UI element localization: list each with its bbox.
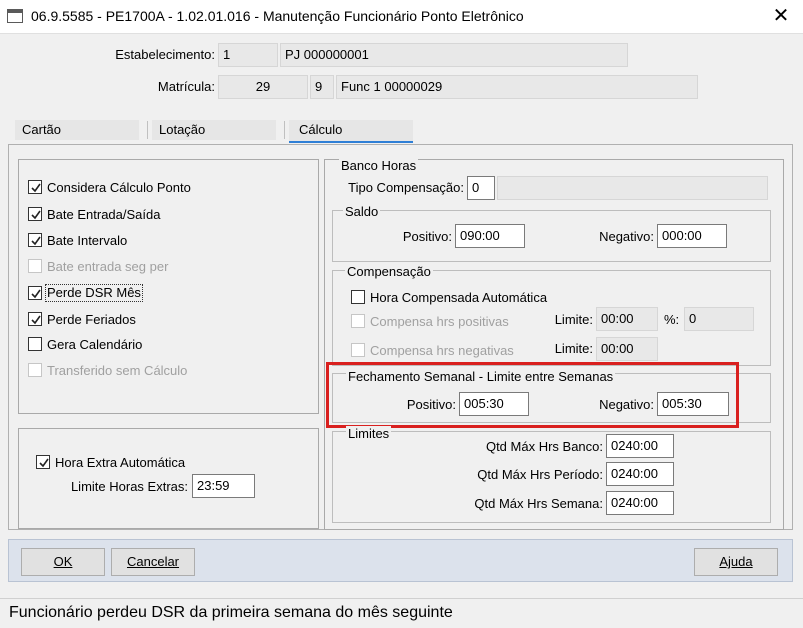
status-bar: Funcionário perdeu DSR da primeira seman… bbox=[0, 598, 803, 628]
tipo-compensacao-desc bbox=[497, 176, 768, 200]
hora-extra-automatica-checkbox[interactable] bbox=[36, 455, 50, 469]
qtd-max-periodo-input[interactable]: 0240:00 bbox=[606, 462, 674, 486]
hora-compensada-automatica-label: Hora Compensada Automática bbox=[370, 290, 548, 305]
qtd-max-semana-input[interactable]: 0240:00 bbox=[606, 491, 674, 515]
compensacao-title: Compensação bbox=[345, 264, 433, 280]
qtd-max-banco-input[interactable]: 0240:00 bbox=[606, 434, 674, 458]
saldo-title: Saldo bbox=[343, 204, 381, 220]
fechamento-highlight-box bbox=[326, 362, 739, 428]
qtd-max-periodo-label: Qtd Máx Hrs Período: bbox=[477, 467, 603, 482]
percent-field: 0 bbox=[684, 307, 754, 331]
banco-horas-title: Banco Horas bbox=[339, 158, 419, 174]
gera-calendario-checkbox[interactable] bbox=[28, 337, 42, 351]
matricula-name-field: Func 1 00000029 bbox=[336, 75, 698, 99]
perde-dsr-mes-checkbox[interactable] bbox=[28, 286, 42, 300]
tab-lotacao[interactable]: Lotação bbox=[152, 120, 276, 140]
compensa-negativas-checkbox[interactable] bbox=[351, 343, 365, 357]
bate-entrada-seg-per-label: Bate entrada seg per bbox=[47, 259, 169, 274]
estabelecimento-label: Estabelecimento: bbox=[115, 47, 215, 62]
tab-cartao[interactable]: Cartão bbox=[15, 120, 139, 140]
bate-intervalo-checkbox[interactable] bbox=[28, 233, 42, 247]
tipo-compensacao-label: Tipo Compensação: bbox=[348, 180, 464, 195]
saldo-positivo-input[interactable]: 090:00 bbox=[455, 224, 525, 248]
cancelar-button-label: Cancelar bbox=[126, 554, 180, 569]
limites-title: Limites bbox=[346, 426, 392, 442]
limite-horas-extras-label: Limite Horas Extras: bbox=[70, 479, 188, 494]
saldo-positivo-label: Positivo: bbox=[402, 229, 452, 244]
limite-negativas-field: 00:00 bbox=[596, 337, 658, 361]
perde-dsr-mes-label: Perde DSR Mês bbox=[45, 284, 143, 302]
tab-calculo[interactable]: Cálculo bbox=[289, 120, 413, 143]
hora-compensada-automatica-checkbox[interactable] bbox=[351, 290, 365, 304]
bate-entrada-seg-per-checkbox[interactable] bbox=[28, 259, 42, 273]
ok-button-label: OK bbox=[53, 554, 73, 569]
bate-intervalo-label: Bate Intervalo bbox=[47, 233, 128, 248]
matricula-digit-field: 9 bbox=[310, 75, 334, 99]
limite-horas-extras-input[interactable]: 23:59 bbox=[192, 474, 255, 498]
title-bar: 06.9.5585 - PE1700A - 1.02.01.016 - Manu… bbox=[0, 0, 803, 34]
window-app-icon bbox=[7, 9, 23, 23]
tab-separator bbox=[284, 121, 285, 139]
limite-negativas-label: Limite: bbox=[554, 341, 593, 356]
hora-extra-automatica-label: Hora Extra Automática bbox=[55, 455, 186, 470]
ok-button[interactable]: OK bbox=[21, 548, 105, 576]
estabelecimento-code-field: 1 bbox=[218, 43, 278, 67]
bate-entrada-saida-label: Bate Entrada/Saída bbox=[47, 207, 161, 222]
gera-calendario-label: Gera Calendário bbox=[47, 337, 143, 352]
qtd-max-banco-label: Qtd Máx Hrs Banco: bbox=[485, 439, 603, 454]
close-icon[interactable]: ✕ bbox=[766, 4, 796, 30]
matricula-number-field: 29 bbox=[218, 75, 308, 99]
ajuda-button-label: Ajuda bbox=[719, 554, 753, 569]
perde-feriados-checkbox[interactable] bbox=[28, 312, 42, 326]
transferido-sem-calculo-checkbox[interactable] bbox=[28, 363, 42, 377]
tipo-compensacao-input[interactable]: 0 bbox=[467, 176, 495, 200]
considera-calculo-checkbox[interactable] bbox=[28, 180, 42, 194]
saldo-negativo-label: Negativo: bbox=[599, 229, 654, 244]
compensa-negativas-label: Compensa hrs negativas bbox=[370, 343, 514, 358]
ajuda-button[interactable]: Ajuda bbox=[694, 548, 778, 576]
saldo-negativo-input[interactable]: 000:00 bbox=[657, 224, 727, 248]
qtd-max-semana-label: Qtd Máx Hrs Semana: bbox=[474, 496, 603, 511]
considera-calculo-label: Considera Cálculo Ponto bbox=[47, 180, 191, 195]
estabelecimento-name-field: PJ 000000001 bbox=[280, 43, 628, 67]
perde-feriados-label: Perde Feriados bbox=[47, 312, 136, 327]
transferido-sem-calculo-label: Transferido sem Cálculo bbox=[47, 363, 188, 378]
compensa-positivas-checkbox[interactable] bbox=[351, 314, 365, 328]
window-title: 06.9.5585 - PE1700A - 1.02.01.016 - Manu… bbox=[31, 8, 524, 24]
tab-separator bbox=[147, 121, 148, 139]
cancelar-button[interactable]: Cancelar bbox=[111, 548, 195, 576]
matricula-label: Matrícula: bbox=[157, 79, 215, 94]
limite-positivas-label: Limite: bbox=[554, 312, 593, 327]
limite-positivas-field: 00:00 bbox=[596, 307, 658, 331]
bate-entrada-saida-checkbox[interactable] bbox=[28, 207, 42, 221]
percent-label: %: bbox=[664, 312, 680, 327]
compensa-positivas-label: Compensa hrs positivas bbox=[370, 314, 509, 329]
